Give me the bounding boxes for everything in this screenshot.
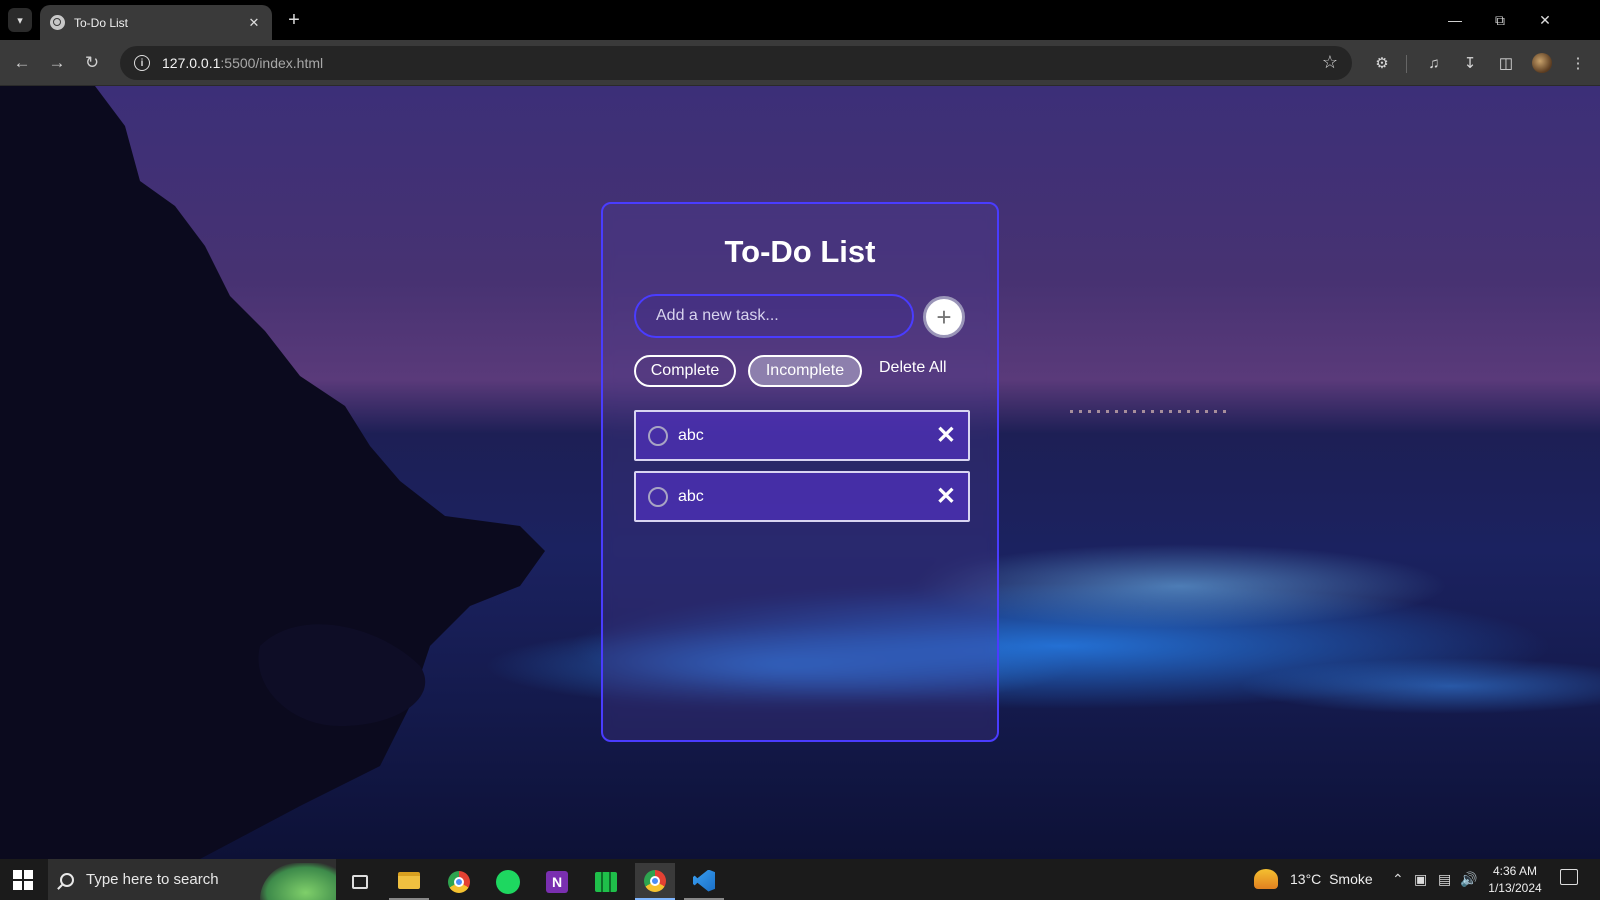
tab-search-button[interactable]: ▾ — [8, 8, 32, 32]
clock-time: 4:36 AM — [1492, 864, 1538, 878]
new-tab-button[interactable]: + — [282, 8, 306, 32]
globe-icon — [50, 15, 65, 30]
url-path: :5500/index.html — [220, 55, 324, 71]
horizon-city-lights — [1070, 410, 1230, 413]
browser-tab[interactable]: To-Do List ✕ — [40, 5, 272, 40]
onenote-app-button[interactable]: N — [537, 863, 577, 900]
windows-start-icon[interactable] — [13, 870, 33, 890]
extensions-icon[interactable]: ⚙ — [1370, 51, 1394, 75]
background-rock-silhouette — [0, 86, 545, 859]
toolbar-divider — [1406, 55, 1407, 73]
task-item: abc ✕ — [634, 471, 970, 522]
vscode-app-button[interactable] — [684, 863, 724, 900]
search-highlight-art — [260, 863, 336, 900]
back-button[interactable]: ← — [10, 51, 34, 75]
browser-toolbar: ← → ↻ i 127.0.0.1:5500/index.html ☆ ⚙ ♫ … — [0, 40, 1600, 86]
restore-button[interactable]: ⧉ — [1485, 8, 1515, 32]
weather-widget[interactable]: 13°C Smoke — [1254, 869, 1373, 889]
sheets-app-button[interactable] — [586, 863, 626, 900]
chrome-icon — [448, 870, 470, 893]
file-explorer-icon — [398, 872, 420, 889]
task-text: abc — [678, 487, 704, 505]
menu-kebab-icon[interactable]: ⋮ — [1566, 51, 1590, 75]
show-hidden-icons-chevron-icon[interactable]: ⌃ — [1392, 871, 1404, 888]
notifications-icon[interactable] — [1560, 869, 1578, 885]
todo-card: To-Do List + Complete Incomplete Delete … — [601, 202, 999, 742]
task-list: abc ✕ abc ✕ — [634, 410, 970, 532]
download-icon[interactable]: ↧ — [1458, 51, 1482, 75]
security-tray-icon[interactable]: ▣ — [1414, 871, 1427, 888]
spreadsheet-icon — [595, 871, 617, 892]
delete-task-icon[interactable]: ✕ — [936, 421, 956, 450]
filter-complete-button[interactable]: Complete — [634, 355, 736, 387]
tab-title: To-Do List — [74, 15, 129, 30]
new-task-input[interactable] — [634, 294, 914, 338]
clock-date: 1/13/2024 — [1488, 881, 1542, 895]
delete-task-icon[interactable]: ✕ — [936, 482, 956, 511]
weather-smoke-icon — [1254, 869, 1278, 889]
browser-tab-bar: ▾ To-Do List ✕ + — ⧉ ✕ — [0, 0, 1600, 40]
taskbar-search-box[interactable]: Type here to search — [48, 859, 336, 900]
task-checkbox[interactable] — [648, 486, 668, 507]
spotify-icon — [496, 869, 520, 894]
minimize-button[interactable]: — — [1440, 8, 1470, 32]
page-viewport: To-Do List + Complete Incomplete Delete … — [0, 86, 1600, 859]
volume-icon[interactable]: 🔊 — [1460, 871, 1477, 888]
windows-taskbar: Type here to search N 13°C Smoke ⌃ ▣ ▤ 🔊… — [0, 859, 1600, 900]
profile-avatar[interactable] — [1532, 53, 1552, 73]
tab-close-button[interactable]: ✕ — [246, 15, 262, 31]
onenote-icon: N — [546, 870, 568, 893]
file-explorer-button[interactable] — [389, 863, 429, 900]
system-clock[interactable]: 4:36 AM 1/13/2024 — [1484, 863, 1546, 897]
address-bar[interactable]: i 127.0.0.1:5500/index.html ☆ — [120, 46, 1352, 80]
search-icon — [60, 872, 74, 887]
filter-incomplete-button[interactable]: Incomplete — [748, 355, 862, 387]
close-window-button[interactable]: ✕ — [1530, 8, 1560, 32]
forward-button[interactable]: → — [45, 51, 69, 75]
url-host: 127.0.0.1 — [162, 55, 221, 71]
chrome-active-app-button[interactable] — [635, 863, 675, 900]
bookmark-star-icon[interactable]: ☆ — [1322, 52, 1338, 73]
task-text: abc — [678, 426, 704, 444]
reload-button[interactable]: ↻ — [80, 51, 104, 75]
network-icon[interactable]: ▤ — [1438, 871, 1451, 888]
page-title: To-Do List — [724, 234, 876, 269]
weather-condition: Smoke — [1329, 871, 1373, 887]
task-checkbox[interactable] — [648, 425, 668, 446]
chrome-profile-icon — [644, 869, 666, 892]
chrome-app-button[interactable] — [439, 863, 479, 900]
add-task-button[interactable]: + — [923, 296, 965, 338]
taskbar-search-placeholder: Type here to search — [86, 871, 219, 888]
task-view-button[interactable] — [340, 863, 380, 900]
spotify-app-button[interactable] — [488, 863, 528, 900]
weather-temperature: 13°C — [1290, 871, 1322, 887]
site-info-icon[interactable]: i — [134, 55, 150, 71]
task-view-icon — [352, 874, 368, 889]
media-controls-icon[interactable]: ♫ — [1422, 51, 1446, 75]
vscode-icon — [693, 869, 715, 892]
delete-all-button[interactable]: Delete All — [879, 359, 947, 377]
task-item: abc ✕ — [634, 410, 970, 461]
side-panel-icon[interactable]: ◫ — [1494, 51, 1518, 75]
